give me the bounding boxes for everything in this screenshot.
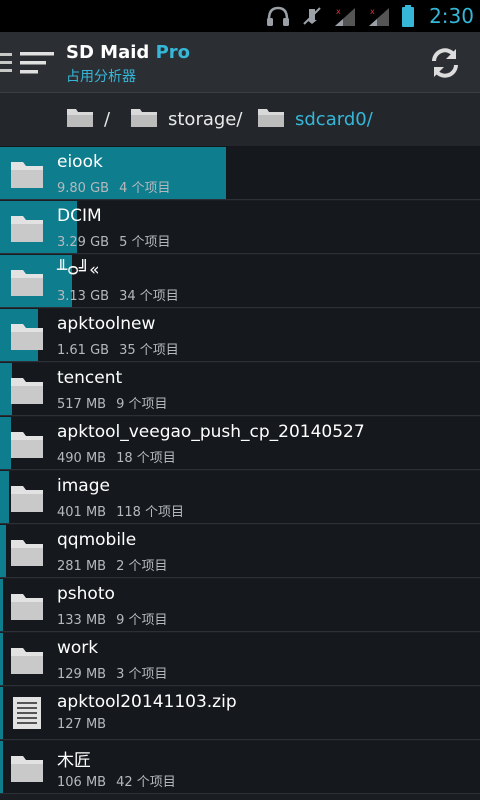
item-name: work xyxy=(57,638,99,658)
item-name: tencent xyxy=(57,368,123,388)
item-size: 106 MB xyxy=(57,775,107,790)
item-meta: 133 MB 9 个项目 xyxy=(57,609,168,628)
item-size: 1.61 GB xyxy=(57,343,110,358)
folder-icon xyxy=(10,267,44,297)
list-item[interactable]: DCIM 3.29 GB 5 个项目 xyxy=(0,201,480,254)
size-bar xyxy=(0,687,3,739)
folder-icon xyxy=(10,753,44,783)
folder-icon xyxy=(257,106,285,133)
mute-icon xyxy=(301,5,323,27)
item-count: 18 个项目 xyxy=(116,451,176,466)
item-count: 35 个项目 xyxy=(119,343,179,358)
item-name: DCIM xyxy=(57,206,102,226)
folder-icon xyxy=(10,591,44,621)
headset-icon xyxy=(265,5,291,27)
page-subtitle: 占用分析器 xyxy=(66,69,136,85)
breadcrumb-root[interactable]: / xyxy=(66,93,110,146)
list-item[interactable]: 木匠 106 MB 42 个项目 xyxy=(0,741,480,794)
item-size: 129 MB xyxy=(57,667,107,682)
item-name: eiook xyxy=(57,152,103,172)
size-bar xyxy=(0,741,3,793)
item-name: apktool_veegao_push_cp_20140527 xyxy=(57,422,365,442)
item-count: 4 个项目 xyxy=(119,181,171,196)
size-bar xyxy=(0,525,6,577)
signal-icon: x xyxy=(367,5,391,27)
item-name: 木匠 xyxy=(57,751,91,771)
list-item[interactable]: ╨ᴑ╝« 3.13 GB 34 个项目 xyxy=(0,255,480,308)
item-meta: 401 MB 118 个项目 xyxy=(57,501,184,520)
item-count: 5 个项目 xyxy=(119,235,171,250)
status-bar: x x 2:30 xyxy=(0,0,480,32)
item-meta: 3.29 GB 5 个项目 xyxy=(57,231,170,250)
item-size: 3.13 GB xyxy=(57,289,110,304)
folder-icon xyxy=(10,159,44,189)
list-item[interactable]: work 129 MB 3 个项目 xyxy=(0,633,480,686)
file-icon xyxy=(10,696,44,729)
item-name: qqmobile xyxy=(57,530,137,550)
list-item[interactable]: pshoto 133 MB 9 个项目 xyxy=(0,579,480,632)
item-meta: 517 MB 9 个项目 xyxy=(57,393,168,412)
item-count: 42 个项目 xyxy=(116,775,176,790)
item-meta: 127 MB xyxy=(57,717,106,732)
breadcrumb-sdcard0[interactable]: sdcard0/ xyxy=(257,93,373,146)
clock: 2:30 xyxy=(429,4,474,28)
breadcrumb: / storage/ sdcard0/ xyxy=(0,93,480,148)
signal-icon: x xyxy=(333,5,357,27)
list-item[interactable]: apktool_veegao_push_cp_20140527 490 MB 18 … xyxy=(0,417,480,470)
size-bar xyxy=(0,633,3,685)
item-count: 9 个项目 xyxy=(116,613,168,628)
item-count: 9 个项目 xyxy=(116,397,168,412)
item-name: apktoolnew xyxy=(57,314,156,334)
item-size: 517 MB xyxy=(57,397,107,412)
refresh-icon[interactable] xyxy=(428,46,462,80)
folder-icon xyxy=(66,106,94,133)
item-name: apktool20141103.zip xyxy=(57,692,237,712)
size-bar xyxy=(0,579,3,631)
svg-text:x: x xyxy=(336,7,341,16)
item-count: 3 个项目 xyxy=(116,667,168,682)
item-meta: 129 MB 3 个项目 xyxy=(57,663,168,682)
action-bar: SD Maid Pro 占用分析器 xyxy=(0,32,480,93)
item-meta: 1.61 GB 35 个项目 xyxy=(57,339,179,358)
list-item[interactable]: apktool20141103.zip 127 MB xyxy=(0,687,480,740)
list-item[interactable]: apktoolnew 1.61 GB 35 个项目 xyxy=(0,309,480,362)
item-name: pshoto xyxy=(57,584,115,604)
item-name: image xyxy=(57,476,110,496)
item-meta: 281 MB 2 个项目 xyxy=(57,555,168,574)
item-count: 2 个项目 xyxy=(116,559,168,574)
item-size: 9.80 GB xyxy=(57,181,110,196)
item-meta: 106 MB 42 个项目 xyxy=(57,771,176,790)
list-item[interactable]: qqmobile 281 MB 2 个项目 xyxy=(0,525,480,578)
list-item[interactable]: image 401 MB 118 个项目 xyxy=(0,471,480,524)
svg-text:x: x xyxy=(370,7,375,16)
item-count: 118 个项目 xyxy=(116,505,185,520)
folder-icon xyxy=(10,429,44,459)
list-item[interactable]: eiook 9.80 GB 4 个项目 xyxy=(0,147,480,200)
folder-icon xyxy=(10,213,44,243)
folder-icon xyxy=(10,645,44,675)
item-size: 3.29 GB xyxy=(57,235,110,250)
list-item[interactable]: tencent 517 MB 9 个项目 xyxy=(0,363,480,416)
pro-badge: Pro xyxy=(155,42,190,63)
folder-icon xyxy=(10,483,44,513)
hamburger-icon[interactable] xyxy=(0,48,58,78)
item-meta: 9.80 GB 4 个项目 xyxy=(57,177,170,196)
item-name: ╨ᴑ╝« xyxy=(57,260,100,280)
app-title: SD Maid Pro xyxy=(66,42,190,63)
item-meta: 3.13 GB 34 个项目 xyxy=(57,285,179,304)
folder-icon xyxy=(10,375,44,405)
item-size: 401 MB xyxy=(57,505,107,520)
size-bar xyxy=(0,471,9,523)
battery-icon xyxy=(401,4,415,28)
item-size: 281 MB xyxy=(57,559,107,574)
folder-icon xyxy=(130,106,158,133)
item-size: 127 MB xyxy=(57,717,107,732)
folder-icon xyxy=(10,321,44,351)
folder-icon xyxy=(10,537,44,567)
breadcrumb-storage[interactable]: storage/ xyxy=(130,93,242,146)
item-meta: 490 MB 18 个项目 xyxy=(57,447,176,466)
item-count: 34 个项目 xyxy=(119,289,179,304)
item-size: 490 MB xyxy=(57,451,107,466)
item-size: 133 MB xyxy=(57,613,107,628)
